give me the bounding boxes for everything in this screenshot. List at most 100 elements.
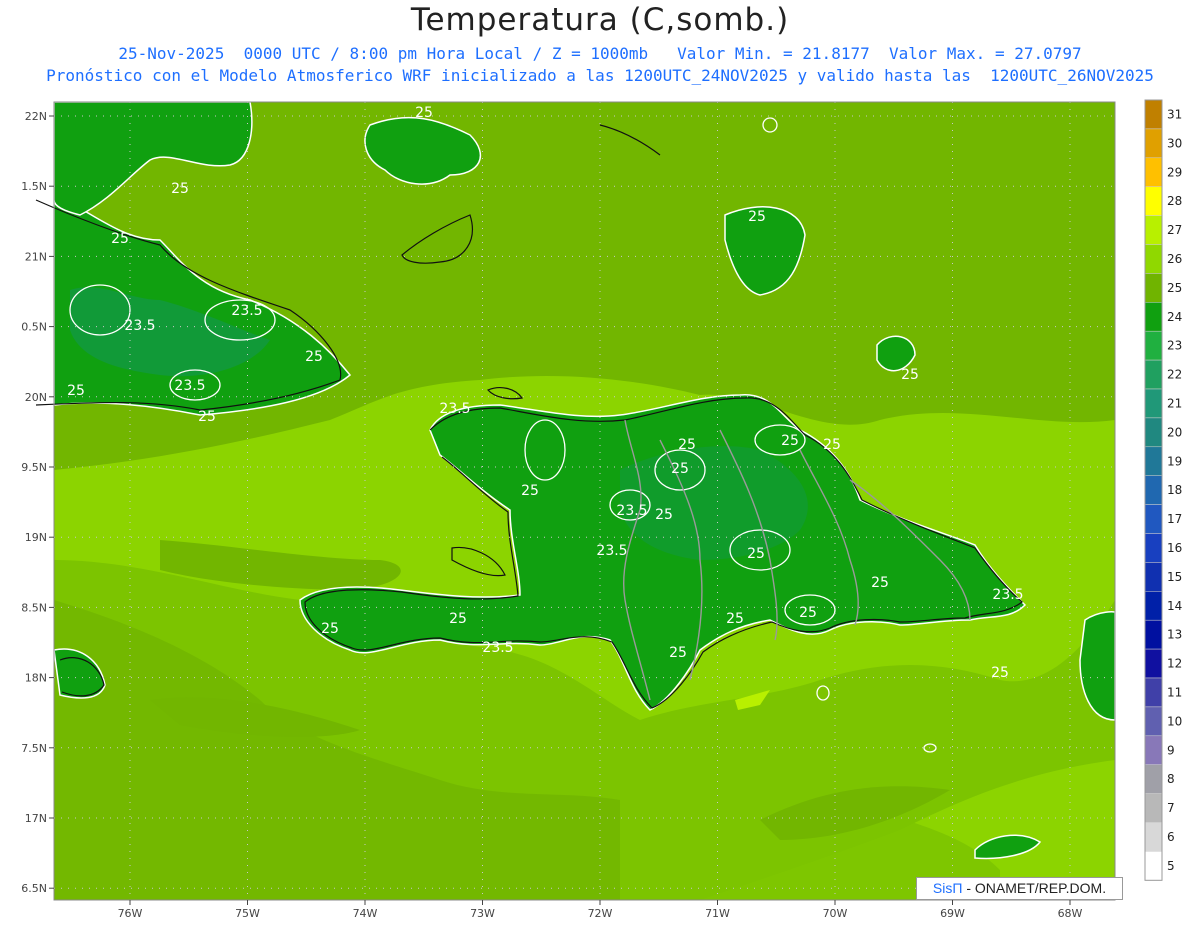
contour-label: 25 bbox=[901, 367, 919, 383]
colorbar-swatch bbox=[1144, 677, 1163, 708]
colorbar-label: 10 bbox=[1167, 714, 1182, 728]
temperature-field bbox=[54, 102, 1115, 900]
colorbar-swatch bbox=[1144, 764, 1163, 794]
colorbar-label: 7 bbox=[1167, 801, 1175, 815]
contour-label: 23.5 bbox=[482, 640, 513, 656]
contour-label: 23.5 bbox=[174, 378, 205, 394]
colorbar-swatch bbox=[1144, 475, 1163, 505]
y-tick-label: 6.5N bbox=[21, 882, 47, 895]
y-tick-label: 17N bbox=[25, 812, 47, 825]
colorbar-swatch bbox=[1144, 706, 1163, 737]
credit-text: - ONAMET/REP.DOM. bbox=[962, 880, 1107, 896]
contour-label: 23.5 bbox=[439, 401, 470, 417]
colorbar-label: 30 bbox=[1167, 136, 1182, 150]
colorbar-label: 23 bbox=[1167, 339, 1182, 353]
y-tick-label: 8.5N bbox=[21, 601, 47, 614]
colorbar-swatch bbox=[1144, 851, 1163, 881]
colorbar-label: 8 bbox=[1167, 772, 1175, 786]
y-tick-label: 1.5N bbox=[21, 180, 47, 193]
colorbar-label: 15 bbox=[1167, 570, 1182, 584]
y-tick-label: 18N bbox=[25, 672, 47, 685]
colorbar-swatch bbox=[1144, 417, 1163, 448]
colorbar-label: 18 bbox=[1167, 483, 1182, 497]
y-tick-label: 21N bbox=[25, 250, 47, 263]
contour-label: 25 bbox=[321, 621, 339, 637]
contour-label: 25 bbox=[799, 605, 817, 621]
colorbar-swatch bbox=[1144, 302, 1163, 332]
colorbar-swatch bbox=[1144, 215, 1163, 245]
colorbar-swatch bbox=[1144, 157, 1163, 187]
x-tick-label: 73W bbox=[470, 907, 495, 920]
y-tick-label: 19N bbox=[25, 531, 47, 544]
colorbar-label: 5 bbox=[1167, 859, 1175, 873]
colorbar-swatch bbox=[1144, 446, 1163, 476]
colorbar-swatch bbox=[1144, 244, 1163, 274]
colorbar-label: 14 bbox=[1167, 599, 1182, 613]
colorbar-swatch bbox=[1144, 619, 1163, 650]
contour-label: 23.5 bbox=[992, 587, 1023, 603]
colorbar-swatch bbox=[1144, 822, 1163, 852]
colorbar: 31 30 29 28 27 26 25 24 23 22 21 20 19 18 17 16 15 14 13 12… bbox=[1144, 99, 1182, 881]
contour-label: 23.5 bbox=[231, 303, 262, 319]
colorbar-label: 16 bbox=[1167, 541, 1182, 555]
colorbar-swatch bbox=[1144, 128, 1163, 159]
contour-label: 25 bbox=[305, 349, 323, 365]
colorbar-swatch bbox=[1144, 273, 1163, 303]
hispaniola-cool-core bbox=[620, 446, 808, 560]
temperature-map: 25 25 25 25 23.5 23.5 25 23.5 25 23.5 25 25 25 25 23.5… bbox=[21, 99, 1182, 920]
contour-label: 25 bbox=[871, 575, 889, 591]
x-tick-label: 69W bbox=[940, 907, 965, 920]
colorbar-label: 27 bbox=[1167, 223, 1182, 237]
colorbar-swatch bbox=[1144, 99, 1163, 130]
colorbar-swatch bbox=[1144, 330, 1163, 361]
colorbar-label: 19 bbox=[1167, 454, 1182, 468]
contour-label: 25 bbox=[726, 611, 744, 627]
contour-label: 25 bbox=[823, 437, 841, 453]
colorbar-label: 6 bbox=[1167, 830, 1175, 844]
x-tick-label: 75W bbox=[235, 907, 260, 920]
y-tick-label: 0.5N bbox=[21, 321, 47, 334]
x-tick-label: 72W bbox=[588, 907, 613, 920]
longitude-axis: 76W 75W 74W 73W 72W 71W 70W 69W 68W bbox=[118, 900, 1083, 920]
y-tick-label: 9.5N bbox=[21, 461, 47, 474]
contour-label: 23.5 bbox=[124, 318, 155, 334]
contour-label: 25 bbox=[747, 546, 765, 562]
y-tick-label: 22N bbox=[25, 110, 47, 123]
colorbar-swatch bbox=[1144, 533, 1163, 563]
contour-label: 23.5 bbox=[596, 543, 627, 559]
colorbar-label: 28 bbox=[1167, 194, 1182, 208]
colorbar-label: 24 bbox=[1167, 310, 1182, 324]
contour-label: 25 bbox=[449, 611, 467, 627]
colorbar-label: 31 bbox=[1167, 107, 1182, 121]
contour-label: 25 bbox=[655, 507, 673, 523]
colorbar-swatch bbox=[1144, 186, 1163, 216]
colorbar-label: 9 bbox=[1167, 743, 1175, 757]
colorbar-swatch bbox=[1144, 735, 1163, 765]
x-tick-label: 71W bbox=[705, 907, 730, 920]
colorbar-label: 29 bbox=[1167, 165, 1182, 179]
contour-label: 25 bbox=[671, 461, 689, 477]
x-tick-label: 68W bbox=[1058, 907, 1083, 920]
contour-label: 25 bbox=[521, 483, 539, 499]
x-tick-label: 74W bbox=[353, 907, 378, 920]
colorbar-label: 22 bbox=[1167, 368, 1182, 382]
credit-box: SisΠ - ONAMET/REP.DOM. bbox=[916, 877, 1123, 900]
colorbar-swatch bbox=[1144, 648, 1163, 679]
colorbar-label: 17 bbox=[1167, 512, 1182, 526]
colorbar-label: 11 bbox=[1167, 685, 1182, 699]
contour-label: 25 bbox=[991, 665, 1009, 681]
colorbar-swatch bbox=[1144, 359, 1163, 390]
contour-label: 25 bbox=[111, 231, 129, 247]
colorbar-swatch bbox=[1144, 388, 1163, 419]
colorbar-label: 25 bbox=[1167, 281, 1182, 295]
contour-label: 25 bbox=[67, 383, 85, 399]
contour-label: 25 bbox=[781, 433, 799, 449]
colorbar-label: 26 bbox=[1167, 252, 1182, 266]
y-tick-label: 20N bbox=[25, 391, 47, 404]
colorbar-swatch bbox=[1144, 793, 1163, 823]
contour-label: 25 bbox=[678, 437, 696, 453]
contour-label: 25 bbox=[415, 105, 433, 121]
y-tick-label: 7.5N bbox=[21, 742, 47, 755]
latitude-axis: 22N 1.5N 21N 0.5N 20N 9.5N 19N 8.5N 18N 7.5N 17N 6.… bbox=[21, 110, 54, 895]
sispi-logo-text: SisΠ bbox=[932, 880, 963, 896]
